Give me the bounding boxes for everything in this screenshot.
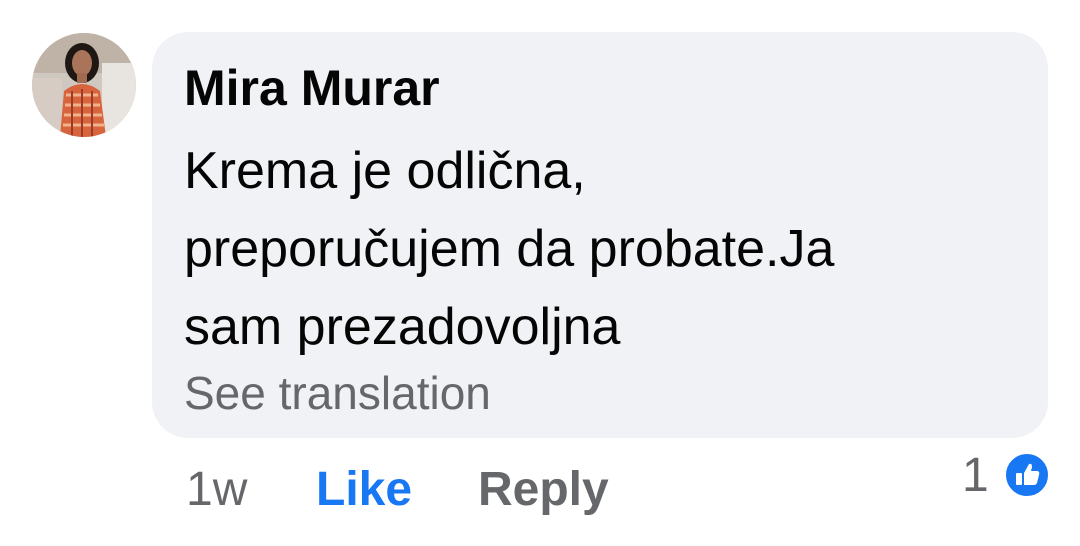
timestamp[interactable]: 1w [186, 458, 247, 522]
reply-button[interactable]: Reply [478, 458, 609, 522]
comment-text-line: preporučujem da probate.Ja [184, 220, 835, 278]
see-translation-link[interactable]: See translation [184, 364, 491, 422]
avatar[interactable] [32, 33, 136, 137]
author-name[interactable]: Mira Murar [184, 58, 440, 118]
thumbs-up-icon [1004, 452, 1050, 498]
comment-text-line: sam prezadovoljna [184, 298, 621, 356]
comment-text: Krema je odlična, preporučujem da probat… [184, 132, 1024, 366]
like-button[interactable]: Like [316, 458, 412, 522]
avatar-photo [32, 33, 136, 137]
comment-text-line: Krema je odlična, [184, 142, 586, 200]
reaction-count: 1 [962, 449, 989, 502]
comment: Mira Murar Krema je odlična, preporučuje… [0, 0, 1080, 546]
